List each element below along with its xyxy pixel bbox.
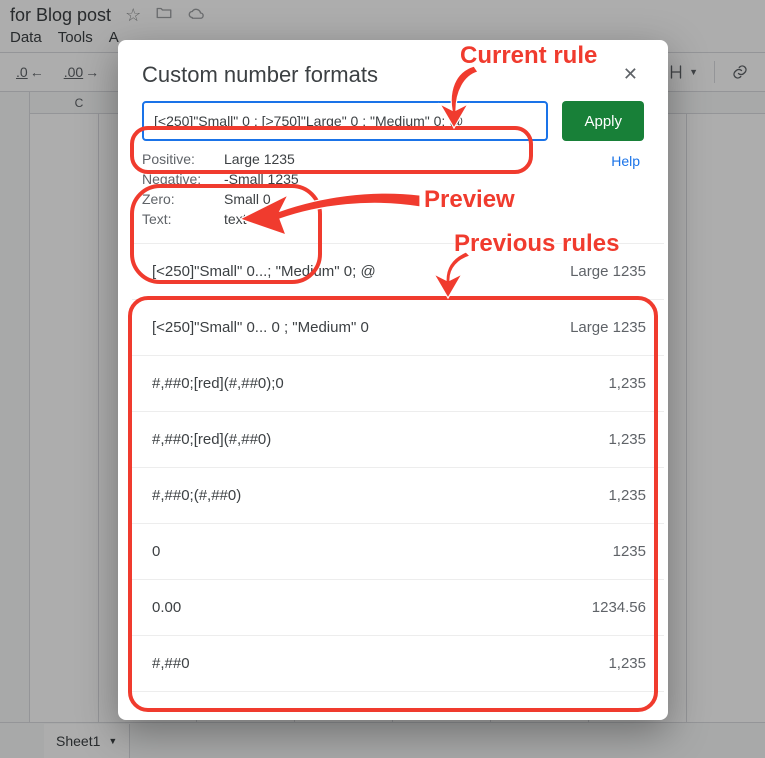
rule-format: 0 <box>152 543 160 560</box>
format-preview: Help Positive: Large 1235 Negative: -Sma… <box>118 141 668 233</box>
rule-format: 0.00 <box>152 599 181 616</box>
preview-zero-label: Zero: <box>142 191 216 207</box>
rule-sample: Large 1235 <box>570 263 646 280</box>
rule-sample: 1,235 <box>608 431 646 448</box>
rule-format: #,##0;[red](#,##0) <box>152 431 271 448</box>
preview-negative-label: Negative: <box>142 171 216 187</box>
previous-rule-row[interactable]: #,##0;[red](#,##0) 1,235 <box>132 412 664 468</box>
rule-sample: 1235 <box>613 543 646 560</box>
rule-format: #,##0;[red](#,##0);0 <box>152 375 284 392</box>
rule-sample: Large 1235 <box>570 319 646 336</box>
previous-rule-row[interactable]: 0 1235 <box>132 524 664 580</box>
previous-rule-row[interactable]: [<250]"Small" 0...; "Medium" 0; @ Large … <box>132 244 664 300</box>
preview-text-value: text <box>224 211 644 227</box>
rule-sample: 1,235 <box>608 487 646 504</box>
preview-positive-value: Large 1235 <box>224 151 644 167</box>
preview-positive-label: Positive: <box>142 151 216 167</box>
rule-sample: 1,235 <box>608 375 646 392</box>
rule-format: #,##0;(#,##0) <box>152 487 241 504</box>
rule-format: #,##0 <box>152 655 190 672</box>
previous-rules-list[interactable]: [<250]"Small" 0...; "Medium" 0; @ Large … <box>132 243 664 706</box>
previous-rule-row[interactable]: [<250]"Small" 0... 0 ; "Medium" 0 Large … <box>132 300 664 356</box>
previous-rule-row[interactable]: #,##0;(#,##0) 1,235 <box>132 468 664 524</box>
rule-format: [<250]"Small" 0...; "Medium" 0; @ <box>152 263 376 280</box>
dialog-title: Custom number formats <box>142 62 378 88</box>
help-link[interactable]: Help <box>611 153 640 169</box>
previous-rule-row[interactable]: #,##0;[red](#,##0);0 1,235 <box>132 356 664 412</box>
apply-button[interactable]: Apply <box>562 101 644 141</box>
previous-rule-row[interactable]: #,##0 1,235 <box>132 636 664 692</box>
rule-format: [<250]"Small" 0... 0 ; "Medium" 0 <box>152 319 369 336</box>
close-icon[interactable]: ✕ <box>617 58 644 91</box>
preview-negative-value: -Small 1235 <box>224 171 644 187</box>
preview-zero-value: Small 0 <box>224 191 644 207</box>
custom-number-formats-dialog: Custom number formats ✕ Apply Help Posit… <box>118 40 668 720</box>
previous-rule-row[interactable]: 0.00 1234.56 <box>132 580 664 636</box>
format-input[interactable] <box>142 101 548 141</box>
rule-sample: 1,235 <box>608 655 646 672</box>
preview-text-label: Text: <box>142 211 216 227</box>
rule-sample: 1234.56 <box>592 599 646 616</box>
